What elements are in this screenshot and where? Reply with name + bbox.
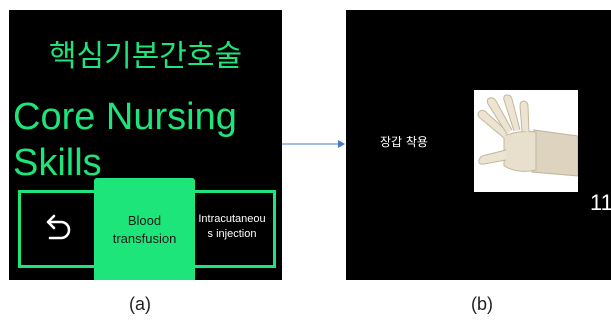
caption-b: (b) xyxy=(471,294,493,314)
procedure-step-screen: 장갑 착용 11 xyxy=(346,10,611,280)
menu-item-label: Blood transfusion xyxy=(112,213,177,246)
figure: 핵심기본간호술 Core Nursing Skills Blood transf… xyxy=(0,0,611,320)
menu-screen: 핵심기본간호술 Core Nursing Skills Blood transf… xyxy=(9,10,282,280)
menu-item-blood-transfusion[interactable]: Blood transfusion xyxy=(94,178,195,280)
caption-a: (a) xyxy=(129,294,151,314)
glove-hand-image xyxy=(474,90,578,192)
step-label: 장갑 착용 xyxy=(380,135,428,149)
transition-arrow-icon xyxy=(282,140,345,148)
title-korean: 핵심기본간호술 xyxy=(48,39,243,74)
menu-item-label: Intracutaneous injection xyxy=(198,213,266,240)
menu-item-intracutaneous-injection[interactable]: Intracutaneous injection xyxy=(196,196,268,258)
back-button[interactable] xyxy=(24,197,90,257)
undo-arrow-icon xyxy=(46,214,71,240)
title-english: Core Nursing Skills xyxy=(13,96,237,184)
step-counter: 11 xyxy=(590,190,611,215)
